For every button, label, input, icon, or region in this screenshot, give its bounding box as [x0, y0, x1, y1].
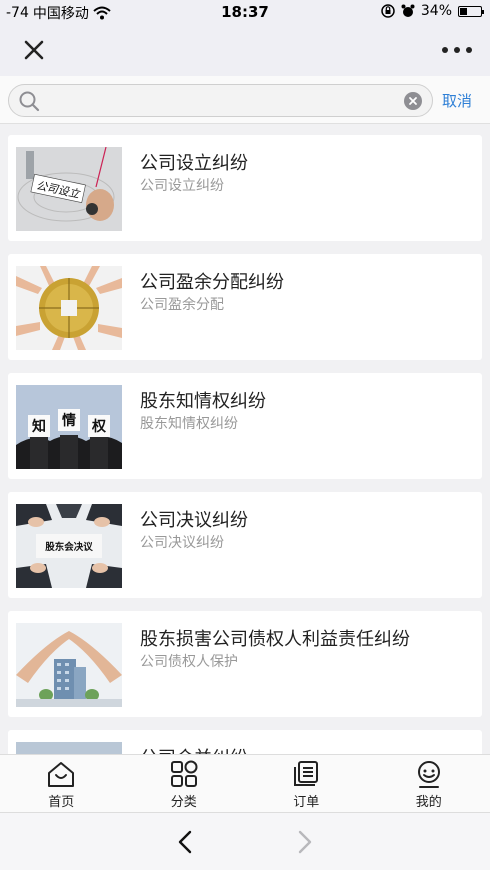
item-subtitle: 公司设立纠纷	[140, 178, 224, 194]
status-bar: -74 中国移动 18:37 34%	[0, 0, 490, 24]
case-list: 公司设立 公司设立纠纷 公司设立纠纷 公司盈余分配纠纷 公司盈余分配 知 情 权…	[0, 124, 490, 754]
more-options-button[interactable]	[442, 38, 472, 62]
profile-icon	[417, 761, 440, 788]
close-icon[interactable]	[20, 36, 48, 64]
tab-home-label: 首页	[48, 795, 75, 810]
category-icon	[170, 760, 198, 787]
tab-order-label: 订单	[293, 795, 320, 810]
item-title: 公司盈余分配纠纷	[140, 272, 284, 293]
more-dot	[454, 47, 460, 53]
battery-percent: 34%	[420, 3, 452, 19]
alarm-icon	[401, 4, 415, 17]
back-arrow-icon[interactable]	[174, 829, 198, 855]
list-item[interactable]: 公司合并纠纷	[8, 730, 482, 754]
svg-text:权: 权	[91, 418, 107, 435]
hands-protect-building-image	[16, 623, 122, 707]
cancel-button[interactable]: 取消	[442, 90, 472, 111]
battery-icon	[458, 5, 484, 17]
search-icon	[19, 91, 40, 112]
tab-order[interactable]: 订单	[245, 755, 368, 812]
item-subtitle: 公司盈余分配	[140, 297, 224, 313]
clear-search-icon[interactable]	[404, 92, 422, 110]
tab-category[interactable]: 分类	[123, 755, 246, 812]
clear-x-icon	[409, 97, 417, 105]
shareholders-signs-image: 知 情 权	[16, 385, 122, 469]
item-title: 股东知情权纠纷	[140, 391, 266, 412]
list-item[interactable]: 知 情 权 股东知情权纠纷 股东知情权纠纷	[8, 373, 482, 479]
company-establishment-image: 公司设立	[16, 147, 122, 231]
browser-toolbar	[0, 812, 490, 870]
tab-bar: 首页 分类 订单 我的	[0, 754, 490, 812]
more-dot	[442, 47, 448, 53]
item-subtitle: 公司债权人保护	[140, 654, 238, 670]
svg-text:知: 知	[32, 418, 46, 435]
tab-profile-label: 我的	[415, 795, 442, 810]
coin-hands-image	[16, 266, 122, 350]
tab-category-label: 分类	[170, 795, 197, 810]
item-title: 公司决议纠纷	[140, 510, 248, 531]
battery-level	[460, 7, 467, 15]
svg-text:股东会决议: 股东会决议	[45, 541, 93, 553]
shareholder-resolution-image: 股东会决议	[16, 504, 122, 588]
nav-bar	[0, 24, 490, 76]
search-box	[8, 84, 433, 117]
list-item[interactable]: 股东损害公司债权人利益责任纠纷 公司债权人保护	[8, 611, 482, 717]
order-icon	[294, 761, 319, 786]
forward-arrow-icon[interactable]	[292, 829, 316, 855]
more-dot	[466, 47, 472, 53]
list-item[interactable]: 公司盈余分配纠纷 公司盈余分配	[8, 254, 482, 360]
home-icon	[48, 762, 75, 787]
search-row: 取消	[0, 76, 490, 124]
item-title: 股东损害公司债权人利益责任纠纷	[140, 629, 410, 650]
item-title: 公司设立纠纷	[140, 153, 248, 174]
list-item[interactable]: 股东会决议 公司决议纠纷 公司决议纠纷	[8, 492, 482, 598]
svg-text:情: 情	[62, 412, 76, 429]
tab-profile[interactable]: 我的	[368, 755, 490, 812]
item-title: 公司合并纠纷	[140, 744, 248, 754]
item-subtitle: 公司决议纠纷	[140, 535, 224, 551]
list-item[interactable]: 公司设立 公司设立纠纷 公司设立纠纷	[8, 135, 482, 241]
partial-item-image	[16, 742, 122, 754]
item-subtitle: 股东知情权纠纷	[140, 416, 238, 432]
tab-home[interactable]: 首页	[0, 755, 123, 812]
search-input[interactable]	[49, 89, 399, 113]
rotation-lock-icon	[381, 4, 395, 18]
status-right: 34%	[381, 3, 484, 19]
